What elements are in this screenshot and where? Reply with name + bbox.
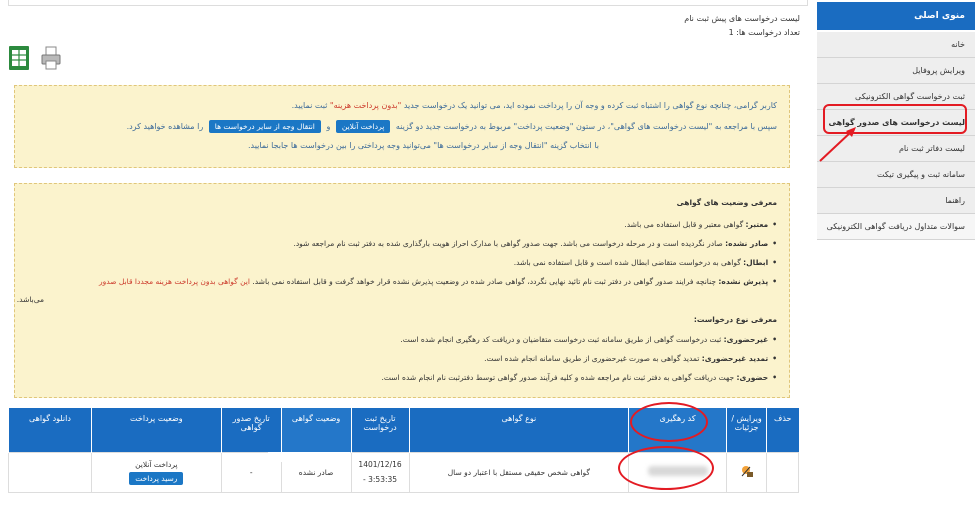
cell-cert-type: گواهی شخص حقیقی مستقل با اعتبار دو سال (408, 451, 630, 493)
cell-request-date: 1401/12/16 3:53:35 - (350, 451, 410, 493)
toolbar (8, 45, 68, 75)
top-panel-edge (8, 0, 808, 6)
col-delete: حذف (766, 408, 799, 452)
sidebar-item-guide[interactable]: راهنما (817, 188, 975, 214)
red-arrow-annotation (819, 127, 856, 162)
cell-edit[interactable] (726, 451, 768, 493)
col-cert-type: نوع گواهی (408, 408, 629, 452)
redaction-mask (268, 452, 350, 462)
red-circle-annotation (618, 446, 714, 490)
cell-delete (766, 451, 799, 493)
col-cert-status: وضعیت گواهی (280, 408, 352, 452)
col-download: دانلود گواهی (8, 408, 92, 452)
col-edit: ویرایش / جزئیات (726, 408, 767, 452)
red-circle-annotation (630, 402, 708, 442)
sidebar-menu: منوی اصلی خانه ویرایش پروفایل ثبت درخواس… (817, 0, 975, 240)
status-legend: معرفی وضعیت های گواهی معتبر: گواهی معتبر… (14, 183, 790, 398)
page-title: لیست درخواست های پیش ثبت نام (684, 14, 800, 23)
cell-download (8, 451, 92, 493)
sidebar-item-edit-profile[interactable]: ویرایش پروفایل (817, 58, 975, 84)
edit-details-icon[interactable] (740, 464, 754, 478)
col-issue-date: تاریخ صدور گواهی (220, 408, 282, 452)
excel-icon[interactable] (8, 45, 30, 71)
payment-receipt-button[interactable]: رسید پرداخت (129, 471, 184, 485)
col-request-date: تاریخ ثبت درخواست (350, 408, 410, 452)
legend-title: معرفی وضعیت های گواهی (676, 198, 777, 207)
sidebar-item-tickets[interactable]: سامانه ثبت و پیگیری تیکت (817, 162, 975, 188)
payment-notice: کاربر گرامی، چنانچه نوع گواهی را اشتباه … (14, 85, 790, 168)
transfer-funds-button[interactable]: انتقال وجه از سایر درخواست ها (208, 120, 321, 133)
sidebar-item-faq[interactable]: سوالات متداول دریافت گواهی الکترونیکی (817, 214, 975, 240)
request-count: تعداد درخواست ها: 1 (728, 28, 800, 37)
cell-payment-status: پرداخت آنلاین رسید پرداخت (90, 451, 222, 493)
sidebar-item-home[interactable]: خانه (817, 32, 975, 58)
col-payment-status: وضعیت پرداخت (90, 408, 222, 452)
sidebar-header: منوی اصلی (817, 2, 975, 30)
printer-icon[interactable] (40, 45, 62, 71)
online-payment-button[interactable]: پرداخت آنلاین (335, 120, 391, 133)
